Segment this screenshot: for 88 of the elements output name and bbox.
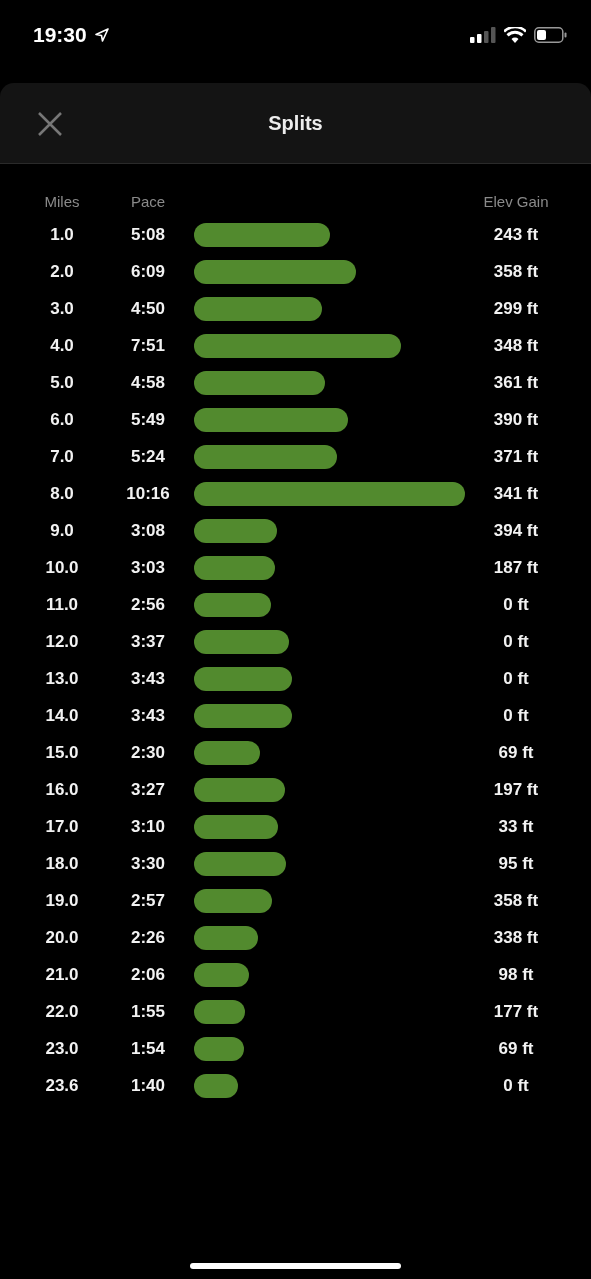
miles-cell: 17.0 [45,816,79,837]
pace-cell: 2:56 [131,594,165,615]
elev-gain-cell: 0 ft [503,594,529,615]
elev-gain-cell: 0 ft [503,1075,529,1096]
pace-cell: 1:54 [131,1038,165,1059]
header-title: Splits [268,111,323,135]
elev-gain-cell: 177 ft [493,1001,539,1022]
miles-cell: 5.0 [50,372,74,393]
elev-gain-cell: 98 ft [498,964,534,985]
pace-bar [194,999,245,1024]
pace-bar [194,962,250,987]
elev-gain-cell: 69 ft [498,1038,534,1059]
miles-cell: 2.0 [50,261,74,282]
elev-gain-cell: 361 ft [493,372,539,393]
pace-cell: 5:49 [131,409,165,430]
elev-gain-cell: 390 ft [493,409,539,430]
pace-cell: 7:51 [131,335,165,356]
pace-cell: 2:30 [131,742,165,763]
pace-bar [194,1036,245,1061]
elev-gain-cell: 0 ft [503,631,529,652]
column-header: Pace [130,192,166,210]
miles-cell: 21.0 [45,964,79,985]
pace-cell: 2:26 [131,927,165,948]
pace-cell: 4:58 [131,372,165,393]
miles-cell: 16.0 [45,779,79,800]
miles-cell: 1.0 [50,224,74,245]
pace-cell: 3:03 [131,557,165,578]
elev-gain-cell: 338 ft [493,927,539,948]
pace-cell: 1:40 [131,1075,165,1096]
elev-gain-cell: 33 ft [498,816,534,837]
pace-bar [194,740,260,765]
elev-gain-cell: 69 ft [498,742,534,763]
close-button[interactable] [36,110,64,138]
pace-cell: 4:50 [131,298,165,319]
miles-cell: 10.0 [45,557,79,578]
pace-bar [194,925,259,950]
status-time: 19:30 [33,23,87,47]
pace-cell: 10:16 [126,483,170,504]
elev-gain-cell: 371 ft [493,446,539,467]
column-header: Elev Gain [483,192,549,210]
miles-cell: 7.0 [50,446,74,467]
miles-cell: 22.0 [45,1001,79,1022]
pace-cell: 3:43 [131,668,165,689]
miles-cell: 9.0 [50,520,74,541]
miles-cell: 11.0 [45,594,79,615]
elev-gain-cell: 197 ft [493,779,539,800]
miles-cell: 12.0 [45,631,79,652]
pace-cell: 3:08 [131,520,165,541]
elev-gain-cell: 243 ft [493,224,539,245]
miles-cell: 23.0 [45,1038,79,1059]
miles-cell: 18.0 [45,853,79,874]
elev-gain-cell: 341 ft [493,483,539,504]
elev-gain-cell: 0 ft [503,668,529,689]
pace-cell: 3:30 [131,853,165,874]
elev-gain-cell: 348 ft [493,335,539,356]
battery-icon [534,27,567,43]
miles-cell: 13.0 [45,668,79,689]
elev-gain-cell: 358 ft [493,261,539,282]
pace-cell: 3:27 [131,779,165,800]
elev-gain-cell: 95 ft [498,853,534,874]
miles-cell: 4.0 [50,335,74,356]
elev-gain-cell: 358 ft [493,890,539,911]
miles-cell: 20.0 [45,927,79,948]
pace-cell: 2:06 [131,964,165,985]
wifi-icon [504,27,526,43]
pace-cell: 3:10 [131,816,165,837]
pace-bar [194,1073,238,1098]
pace-cell: 6:09 [131,261,165,282]
miles-cell: 15.0 [45,742,79,763]
signal-icon [470,27,496,43]
miles-cell: 6.0 [50,409,74,430]
location-arrow-icon [94,28,109,42]
elev-gain-cell: 394 ft [493,520,539,541]
pace-cell: 5:08 [131,224,165,245]
miles-cell: 8.0 [50,483,74,504]
elev-gain-cell: 0 ft [503,705,529,726]
pace-cell: 5:24 [131,446,165,467]
elev-gain-cell: 187 ft [493,557,539,578]
miles-cell: 19.0 [45,890,79,911]
miles-cell: 23.6 [45,1075,79,1096]
column-header: Miles [44,192,80,210]
elev-gain-cell: 299 ft [493,298,539,319]
miles-cell: 14.0 [45,705,79,726]
pace-cell: 3:43 [131,705,165,726]
pace-cell: 3:37 [131,631,165,652]
pace-cell: 2:57 [131,890,165,911]
miles-cell: 3.0 [50,298,74,319]
pace-cell: 1:55 [131,1001,165,1022]
